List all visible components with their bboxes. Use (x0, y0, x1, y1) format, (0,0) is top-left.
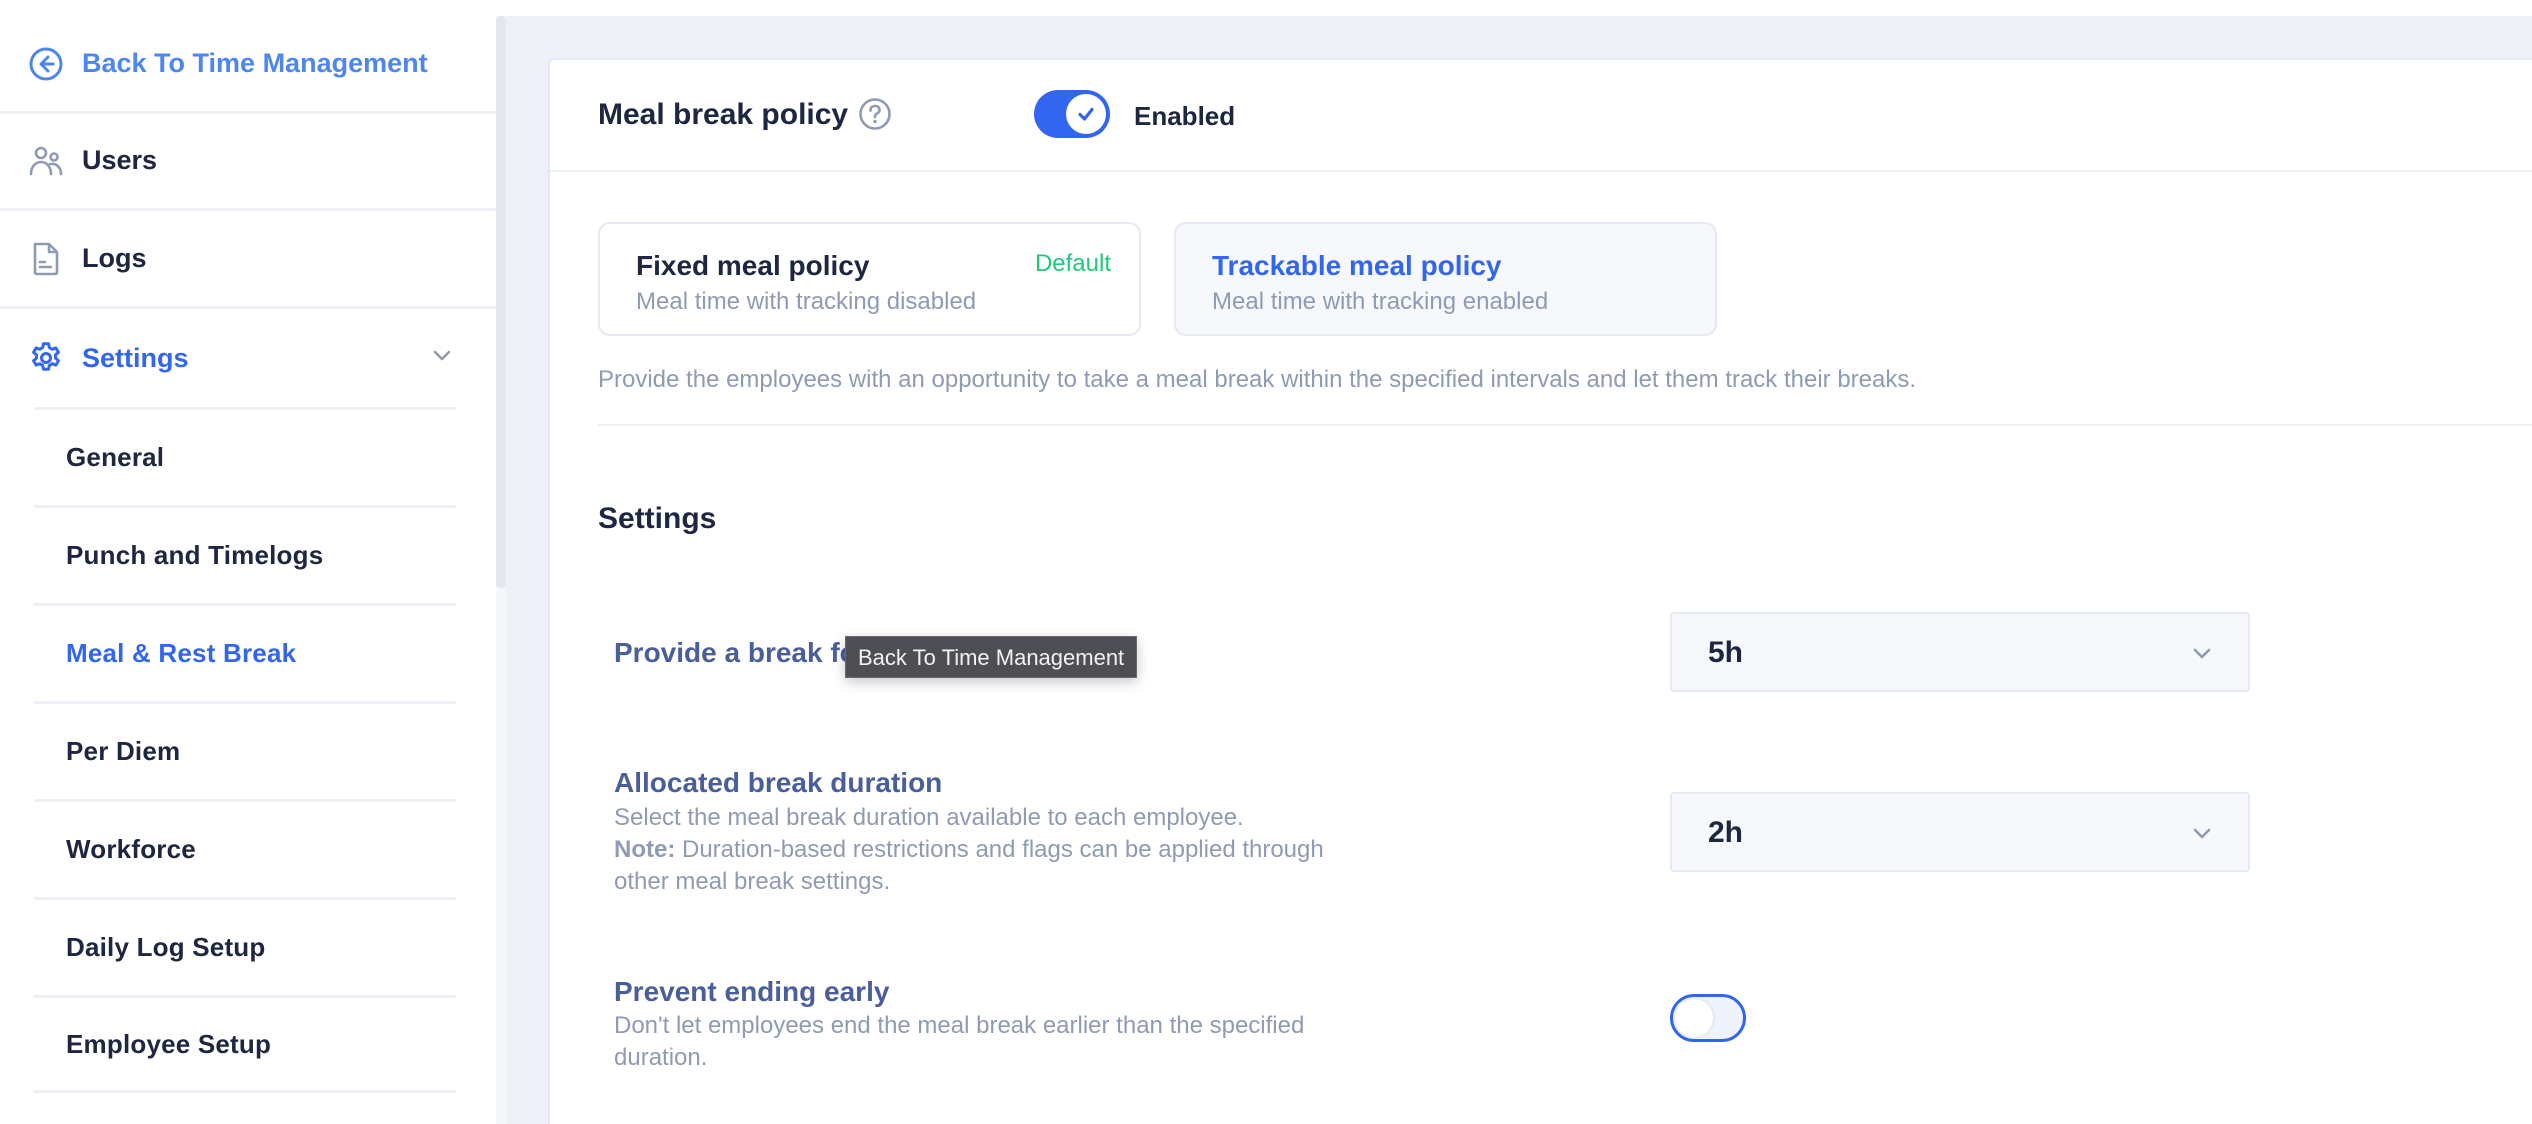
note-text: Duration-based restrictions and flags ca… (614, 836, 1324, 895)
policy-enabled-toggle[interactable] (1034, 90, 1110, 138)
sidebar-subitem-label: Employee Setup (66, 1028, 272, 1059)
policy-title: Meal break policy (598, 98, 849, 131)
sidebar-item-logs[interactable]: Logs (0, 211, 496, 309)
prevent-ending-early-toggle[interactable] (1670, 994, 1746, 1042)
allocated-break-duration-select[interactable]: 2h (1670, 792, 2250, 872)
policy-option-trackable[interactable]: Trackable meal policy Meal time with tra… (1174, 222, 1717, 336)
users-icon (28, 143, 64, 179)
chevron-down-icon (2192, 827, 2212, 841)
arrow-left-circle-icon (28, 46, 64, 82)
sidebar-scrollbar-thumb[interactable] (496, 16, 506, 588)
select-value: 5h (1708, 636, 1744, 669)
sidebar-subitem-label: Workforce (66, 834, 196, 864)
sidebar-subitem-meal-rest-break[interactable]: Meal & Rest Break (34, 603, 456, 701)
sidebar-subitem-label: Meal & Rest Break (66, 638, 297, 668)
sidebar-item-label: Users (82, 145, 158, 175)
note-line: Note: Duration-based restrictions and fl… (614, 834, 1334, 898)
sidebar-subitem-punch-and-timelogs[interactable]: Punch and Timelogs (34, 505, 456, 603)
sidebar-subitem-per-diem[interactable]: Per Diem (34, 701, 456, 799)
sidebar-subitem-label: General (66, 442, 165, 472)
break-interval-label: Provide a break fo (614, 637, 857, 668)
back-link-label: Back To Time Management (82, 48, 428, 78)
policy-option-title: Trackable meal policy (1212, 250, 1502, 281)
sidebar-subitem-general[interactable]: General (34, 407, 456, 505)
gear-icon (28, 340, 64, 376)
sidebar-subitem-workforce[interactable]: Workforce (34, 799, 456, 897)
sidebar-item-label: Settings (82, 342, 189, 373)
settings-heading: Settings (598, 502, 717, 535)
back-to-time-management-link[interactable]: Back To Time Management (0, 16, 496, 114)
toggle-knob (1066, 94, 1106, 134)
help-icon[interactable] (858, 97, 892, 131)
sidebar-item-settings[interactable]: Settings (0, 309, 496, 407)
description-line: Select the meal break duration available… (614, 804, 1244, 831)
sidebar-subitem-label: Punch and Timelogs (66, 540, 324, 570)
policy-option-title: Fixed meal policy (636, 250, 870, 281)
prevent-ending-early-description: Don't let employees end the meal break e… (614, 1012, 1305, 1071)
card-header: Meal break policy Enabled (550, 60, 2532, 172)
allocated-break-duration-description: Select the meal break duration available… (614, 802, 1334, 898)
meal-break-policy-card: Meal break policy Enabled Fixed meal pol… (548, 58, 2532, 1124)
policy-option-subtitle: Meal time with tracking enabled (1212, 288, 1549, 315)
policy-option-subtitle: Meal time with tracking disabled (636, 288, 977, 315)
toggle-knob (1675, 999, 1713, 1037)
document-icon (28, 241, 64, 277)
sidebar-subitem-label: Daily Log Setup (66, 932, 266, 962)
prevent-ending-early-label: Prevent ending early (614, 976, 890, 1007)
sidebar-item-label: Logs (82, 243, 147, 273)
note-label: Note: (614, 836, 676, 863)
break-interval-select[interactable]: 5h (1670, 612, 2250, 692)
check-icon (1078, 107, 1094, 121)
section-divider (598, 424, 2532, 426)
default-badge: Default (1034, 250, 1111, 277)
sidebar-item-users[interactable]: Users (0, 113, 496, 211)
policy-toggle-label: Enabled (1134, 101, 1236, 131)
chevron-down-icon (2192, 647, 2212, 661)
chevron-down-icon[interactable] (432, 349, 452, 363)
sidebar: Back To Time Management Users Logs Setti… (0, 0, 496, 1124)
allocated-break-duration-label: Allocated break duration (614, 767, 943, 798)
tooltip: Back To Time Management (845, 636, 1138, 678)
policy-description: Provide the employees with an opportunit… (598, 366, 1917, 393)
select-value: 2h (1708, 816, 1744, 849)
policy-option-fixed[interactable]: Fixed meal policy Default Meal time with… (598, 222, 1141, 336)
sidebar-subitem-label: Per Diem (66, 736, 181, 766)
sidebar-subitem-daily-log-setup[interactable]: Daily Log Setup (34, 897, 456, 995)
sidebar-subitem-employee-setup[interactable]: Employee Setup (34, 995, 456, 1093)
